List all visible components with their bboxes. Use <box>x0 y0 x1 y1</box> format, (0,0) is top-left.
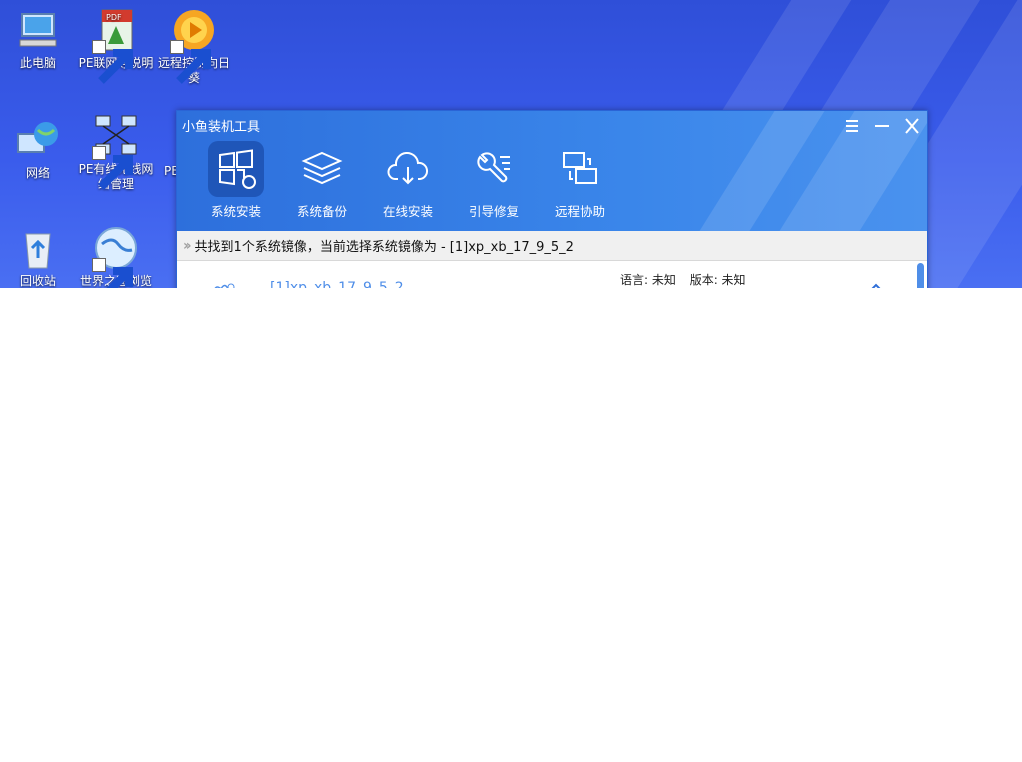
tool-online-install[interactable]: 在线安装 <box>373 141 443 219</box>
close-button[interactable] <box>901 117 923 135</box>
desktop-icon-label: 回收站 <box>19 274 56 288</box>
desktop: 此电脑 PDF PE联网等说明 远程控制向日葵 网络 PE有线无线网络管理 PE… <box>0 0 1022 288</box>
tool-label: 引导修复 <box>468 204 519 219</box>
desktop-icon-this-pc[interactable]: 此电脑 <box>0 6 78 71</box>
shortcut-arrow-icon <box>170 40 211 84</box>
info-text: 共找到1个系统镜像，当前选择系统镜像为 - [1]xp_xb_17_9_5_2 <box>194 240 574 255</box>
computer-icon <box>14 6 62 54</box>
tool-remote-assist[interactable]: 远程协助 <box>545 141 615 219</box>
layers-backup-icon <box>294 141 350 197</box>
image-language: 语言: 未知 <box>620 273 676 287</box>
minimize-icon <box>875 125 889 127</box>
image-name: [1]xp_xb_17_9_5_2 <box>270 280 404 288</box>
screen: 此电脑 PDF PE联网等说明 远程控制向日葵 网络 PE有线无线网络管理 PE… <box>0 0 1022 762</box>
double-chevron-icon: ›› <box>183 237 191 254</box>
menu-button[interactable] <box>841 117 863 135</box>
shortcut-arrow-icon <box>92 146 133 190</box>
desktop-icon-pe-network-manager[interactable]: PE有线无线网络管理 <box>76 112 156 192</box>
menu-icon <box>846 120 858 132</box>
windows-reinstall-icon <box>208 141 264 197</box>
list-scrollbar[interactable] <box>917 263 924 288</box>
shortcut-arrow-icon <box>92 258 133 288</box>
tool-label: 系统安装 <box>210 204 261 219</box>
remote-screens-icon <box>552 141 608 197</box>
info-bar: ›› 共找到1个系统镜像，当前选择系统镜像为 - [1]xp_xb_17_9_5… <box>177 231 927 261</box>
desktop-icon-network[interactable]: 网络 <box>0 116 78 181</box>
image-version: 版本: 未知 <box>689 273 746 287</box>
minimize-button[interactable] <box>871 117 893 135</box>
tool-label: 在线安装 <box>382 204 433 219</box>
desktop-icon-sunflower-remote[interactable]: 远程控制向日葵 <box>154 6 234 86</box>
installer-window: 小鱼装机工具 系统安装 系统备份 在线安装 引导修复 远程协助 ›› 共找到1个… <box>176 110 928 288</box>
tool-label: 远程协助 <box>554 204 605 219</box>
disc-image-icon <box>214 283 235 288</box>
tool-boot-repair[interactable]: 引导修复 <box>459 141 529 219</box>
window-header: 小鱼装机工具 系统安装 系统备份 在线安装 引导修复 远程协助 <box>177 111 927 231</box>
desktop-icon-recycle-bin[interactable]: 回收站 <box>0 224 78 288</box>
tool-label: 系统备份 <box>296 204 347 219</box>
blank-region <box>0 288 1022 762</box>
tool-system-install[interactable]: 系统安装 <box>201 141 271 219</box>
network-manager-icon <box>92 112 140 190</box>
tool-system-backup[interactable]: 系统备份 <box>287 141 357 219</box>
recycle-bin-icon <box>14 224 62 272</box>
shortcut-arrow-icon <box>92 40 133 84</box>
browser-globe-icon <box>92 224 140 288</box>
image-list: [1]xp_xb_17_9_5_2 语言: 未知 版本: 未知 <box>177 261 927 288</box>
pdf-document-icon: PDF <box>92 6 140 84</box>
sunflower-remote-icon <box>170 6 218 84</box>
desktop-icon-label: 此电脑 <box>19 56 56 70</box>
network-globe-icon <box>14 116 62 164</box>
cloud-download-icon <box>380 141 436 197</box>
svg-text:PDF: PDF <box>106 13 122 22</box>
desktop-icon-browser[interactable]: 世界之窗浏览 <box>76 224 156 288</box>
image-meta: 语言: 未知 版本: 未知 <box>620 271 756 288</box>
wrench-repair-icon <box>466 141 522 197</box>
desktop-icon-label: 网络 <box>25 166 50 180</box>
window-title: 小鱼装机工具 <box>182 120 261 135</box>
close-icon <box>905 118 919 134</box>
desktop-icon-pe-network-guide[interactable]: PDF PE联网等说明 <box>76 6 156 84</box>
